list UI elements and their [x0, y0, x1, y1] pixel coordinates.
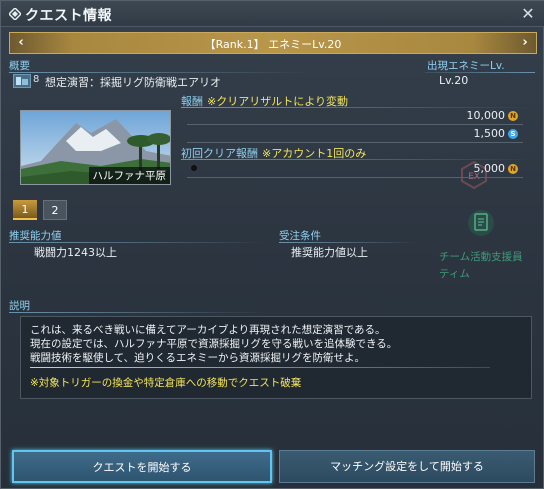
conditions-value: 推奨能力値以上	[291, 246, 368, 259]
stage-number: 8	[33, 74, 40, 85]
reward-row-divider	[187, 142, 523, 143]
enemy-level-label: 出現エネミーLv.	[427, 60, 505, 72]
description-divider	[9, 312, 269, 313]
description-box: これは、来るべき戦いに備えてアーカイブより再現された想定演習である。 現在の設定…	[20, 316, 532, 399]
stage-icon	[13, 74, 31, 88]
chevron-right-icon[interactable]: ›	[518, 35, 532, 51]
reward-row-divider	[187, 177, 523, 178]
description-warning: ※対象トリガーの換金や特定倉庫への移動でクエスト破棄	[30, 377, 302, 389]
reward-value-2: 1,500	[473, 127, 506, 140]
quest-name: 想定演習：採掘リグ防衛戦エアリオ	[45, 76, 221, 89]
rank-tab-2[interactable]: 2	[43, 200, 67, 220]
star-gem-icon: S	[508, 129, 518, 139]
area-name: ハルファナ平原	[88, 167, 170, 184]
recommended-label: 推奨能力値	[9, 230, 62, 242]
recommended-value: 戦闘力1243以上	[34, 246, 117, 259]
title-bar: クエスト情報 ✕	[1, 1, 544, 27]
reward-divider	[181, 107, 535, 108]
close-icon[interactable]: ✕	[519, 5, 537, 23]
recommended-divider	[9, 242, 269, 243]
start-quest-button[interactable]: クエストを開始する	[12, 450, 272, 483]
reward-row-divider	[187, 124, 523, 125]
team-support-icon[interactable]	[467, 207, 495, 239]
overview-label: 概要	[9, 60, 30, 72]
rank-label: 【Rank.1】 エネミーLv.20	[204, 38, 342, 51]
description-label: 説明	[9, 300, 30, 312]
enemy-level-divider	[425, 72, 535, 73]
description-line: 戦闘技術を駆使して、迫りくるエネミーから資源採掘リグを防衛せよ。	[30, 352, 365, 364]
description-line: 現在の設定では、ハルファナ平原で資源採掘リグを守る戦いを追体験できる。	[30, 338, 398, 350]
reward-value-1: 10,000	[466, 109, 506, 122]
meseta-coin-icon: N	[508, 164, 518, 174]
description-line: これは、来るべき戦いに備えてアーカイブより再現された想定演習である。	[30, 324, 386, 336]
row-marker	[191, 165, 197, 171]
rank-tab-1[interactable]: 1	[13, 200, 37, 220]
conditions-label: 受注条件	[279, 230, 321, 242]
area-thumbnail: ハルファナ平原	[20, 110, 171, 185]
meseta-coin-icon: N	[508, 111, 518, 121]
conditions-divider	[279, 242, 419, 243]
first-clear-value: 5,000	[473, 162, 506, 175]
matching-start-button[interactable]: マッチング設定をして開始する	[279, 450, 535, 483]
quest-info-window: クエスト情報 ✕ ‹ 【Rank.1】 エネミーLv.20 › 概要 8 想定演…	[0, 0, 544, 489]
team-support-name: ティム	[439, 268, 470, 280]
team-support-role: チーム活動支援員	[439, 251, 523, 263]
description-separator	[30, 367, 490, 368]
window-title: クエスト情報	[25, 8, 112, 24]
enemy-level-value: Lv.20	[439, 74, 469, 87]
diamond-icon	[9, 8, 21, 20]
overview-divider	[9, 72, 309, 73]
rank-selector: ‹ 【Rank.1】 エネミーLv.20 ›	[9, 32, 537, 54]
